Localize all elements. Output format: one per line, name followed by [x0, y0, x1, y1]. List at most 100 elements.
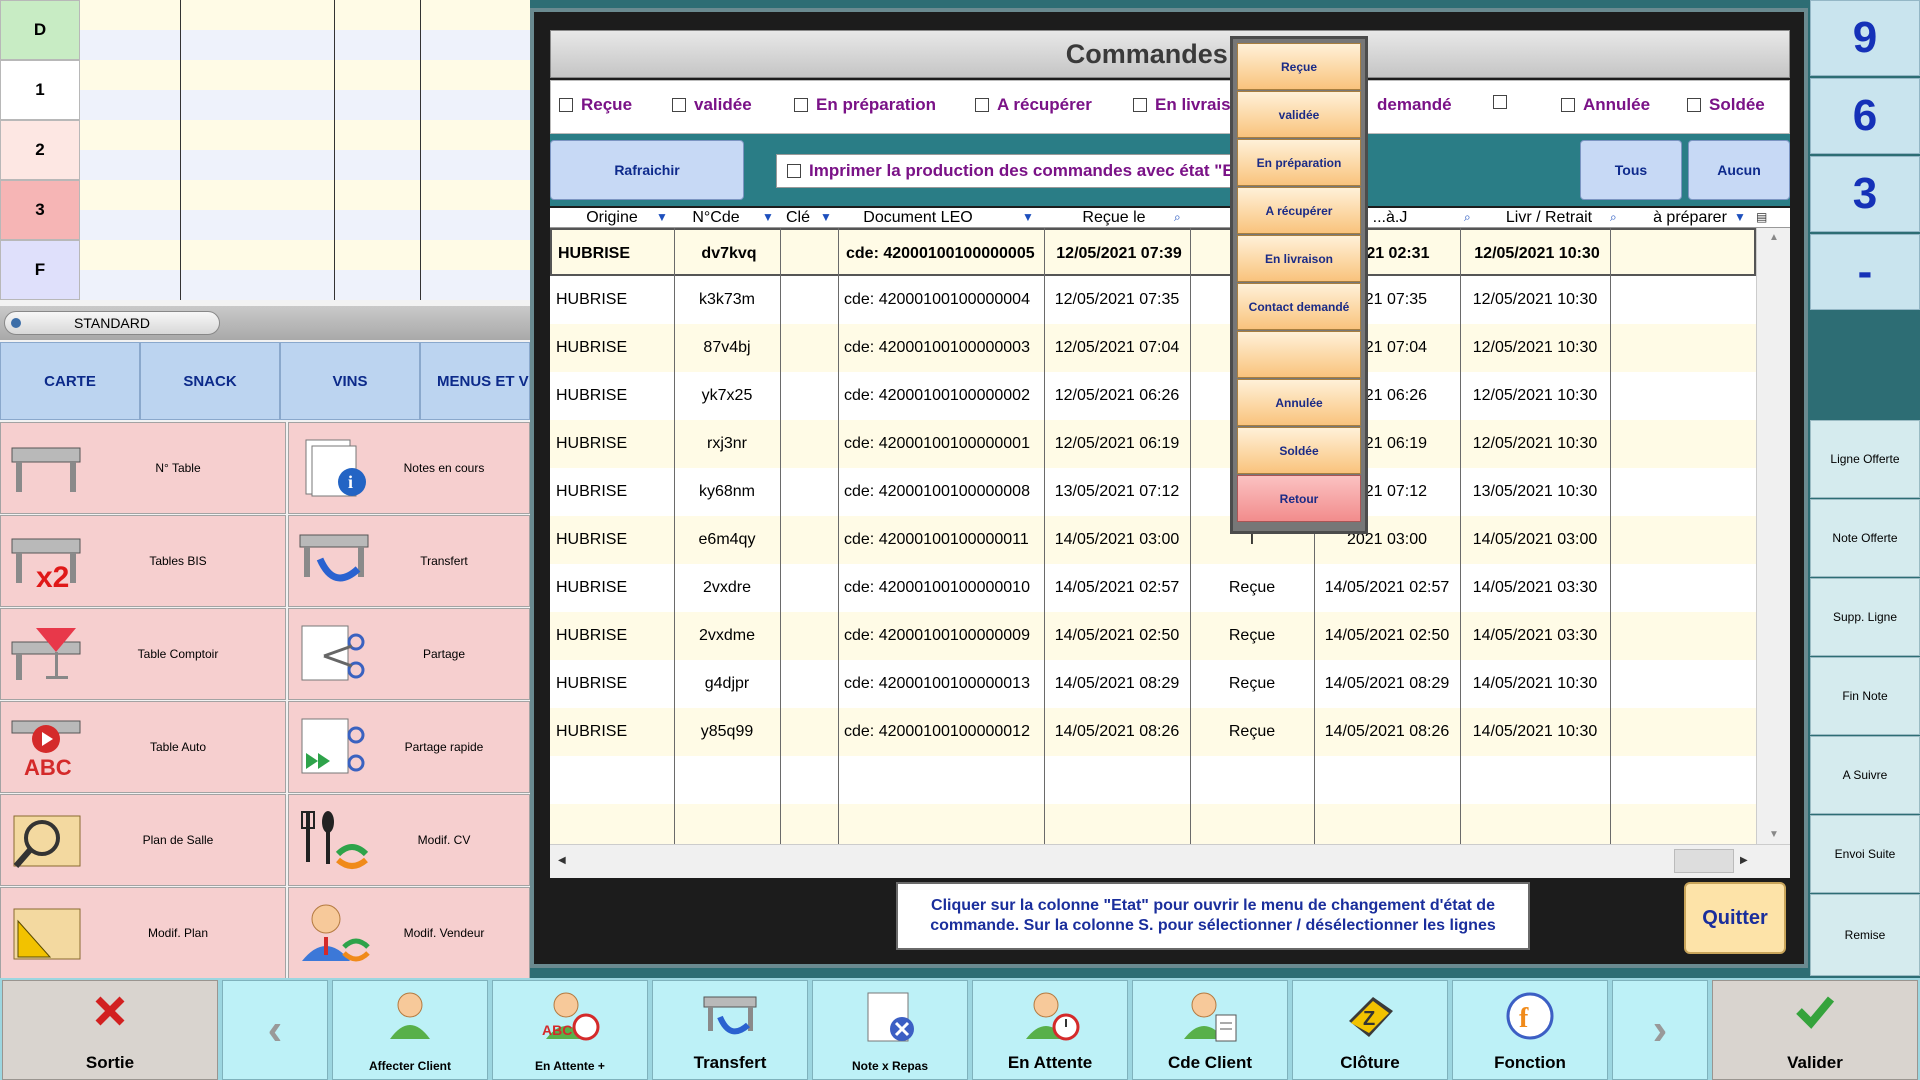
modif-cv-button[interactable]: Modif. CV [288, 794, 530, 886]
funnel-icon[interactable]: ▼ [820, 210, 832, 224]
menu-item-a-recuperer[interactable]: A récupérer [1237, 187, 1361, 234]
orders-table[interactable]: Origine ▼ N°Cde ▼ Clé ▼ Document LEO ▼ R… [550, 208, 1790, 878]
scroll-up-icon[interactable]: ▲ [1769, 232, 1779, 243]
table-comptoir-button[interactable]: Table Comptoir [0, 608, 286, 700]
row-label-3[interactable]: 3 [0, 180, 80, 240]
note-offerte-button[interactable]: Note Offerte [1810, 499, 1920, 577]
col-ncde[interactable]: N°Cde [674, 208, 758, 228]
table-row[interactable]: HUBRISE 87v4bj cde: 42000100100000003 12/05… [550, 324, 1756, 372]
digit-6-button[interactable]: 6 [1810, 78, 1920, 154]
filter-checkbox[interactable] [1133, 98, 1147, 112]
sortie-button[interactable]: Sortie [2, 980, 218, 1080]
cde-client-button[interactable]: Cde Client [1132, 980, 1288, 1080]
horizontal-scrollbar[interactable]: ◀ ▶ [550, 844, 1790, 878]
filter-recue[interactable]: Reçue [559, 95, 632, 115]
menu-item-soldee[interactable]: Soldée [1237, 427, 1361, 474]
next-page-button[interactable]: › [1612, 980, 1708, 1080]
category-tab-vins[interactable]: VINS [280, 342, 420, 420]
magnifier-icon[interactable]: ⌕ [1610, 210, 1617, 225]
fin-note-button[interactable]: Fin Note [1810, 657, 1920, 735]
filter-annulee[interactable]: Annulée [1561, 95, 1650, 115]
affecter-client-button[interactable]: Affecter Client [332, 980, 488, 1080]
filter-checkbox[interactable] [975, 98, 989, 112]
table-row[interactable]: HUBRISE g4djpr cde: 42000100100000013 14/05… [550, 660, 1756, 708]
bottom-transfert-button[interactable]: Transfert [652, 980, 808, 1080]
menu-item-en-preparation[interactable]: En préparation [1237, 139, 1361, 186]
table-row[interactable]: HUBRISE e6m4qy cde: 42000100100000011 14/05… [550, 516, 1756, 564]
col-cle[interactable]: Clé [780, 208, 816, 228]
standard-selector[interactable]: STANDARD [4, 311, 220, 335]
menu-item-en-livraison[interactable]: En livraison [1237, 235, 1361, 282]
filter-validee[interactable]: validée [672, 95, 752, 115]
menu-item-contact-demande[interactable]: Contact demandé [1237, 283, 1361, 330]
filter-checkbox[interactable] [794, 98, 808, 112]
tables-bis-button[interactable]: x2 Tables BIS [0, 515, 286, 607]
plan-salle-button[interactable]: Plan de Salle [0, 794, 286, 886]
partage-rapide-button[interactable]: Partage rapide [288, 701, 530, 793]
funnel-icon[interactable]: ▼ [762, 210, 774, 224]
filter-en-preparation[interactable]: En préparation [794, 95, 936, 115]
cell-etat[interactable]: Reçue [1190, 660, 1314, 708]
supp-ligne-button[interactable]: Supp. Ligne [1810, 578, 1920, 656]
table-row[interactable]: HUBRISE 2vxdre cde: 42000100100000010 14/05… [550, 564, 1756, 612]
filter-checkbox[interactable] [672, 98, 686, 112]
col-recue-le[interactable]: Reçue le [1044, 208, 1184, 228]
transfert-button[interactable]: Transfert [288, 515, 530, 607]
row-label-1[interactable]: 1 [0, 60, 80, 120]
scroll-right-icon[interactable]: ▶ [1740, 855, 1748, 866]
select-none-button[interactable]: Aucun [1688, 140, 1790, 200]
magnifier-icon[interactable]: ⌕ [1464, 210, 1471, 225]
col-document[interactable]: Document LEO [838, 208, 998, 228]
cell-etat[interactable]: Reçue [1190, 564, 1314, 612]
menu-item-empty[interactable] [1237, 331, 1361, 378]
order-grid[interactable] [80, 0, 530, 300]
cell-etat[interactable]: Reçue [1190, 612, 1314, 660]
table-row[interactable]: HUBRISE yk7x25 cde: 42000100100000002 12/05… [550, 372, 1756, 420]
funnel-icon[interactable]: ▼ [656, 210, 668, 224]
print-production-option[interactable]: Imprimer la production des commandes ave… [776, 154, 1248, 188]
col-a-preparer[interactable]: à préparer [1630, 208, 1750, 228]
remise-button[interactable]: Remise [1810, 894, 1920, 976]
quit-button[interactable]: Quitter [1684, 882, 1786, 954]
category-tab-snack[interactable]: SNACK [140, 342, 280, 420]
table-row[interactable]: HUBRISE rxj3nr cde: 42000100100000001 12/05… [550, 420, 1756, 468]
envoi-suite-button[interactable]: Envoi Suite [1810, 815, 1920, 893]
col-livr-retrait[interactable]: Livr / Retrait [1474, 208, 1624, 228]
ligne-offerte-button[interactable]: Ligne Offerte [1810, 420, 1920, 498]
category-tab-carte[interactable]: CARTE [0, 342, 140, 420]
filter-checkbox[interactable] [559, 98, 573, 112]
digit-9-button[interactable]: 9 [1810, 0, 1920, 76]
partage-button[interactable]: Partage [288, 608, 530, 700]
table-row[interactable]: HUBRISE k3k73m cde: 42000100100000004 12/05… [550, 276, 1756, 324]
menu-item-retour[interactable]: Retour [1237, 475, 1361, 522]
row-label-d[interactable]: D [0, 0, 80, 60]
valider-button[interactable]: Valider [1712, 980, 1918, 1080]
filter-checkbox[interactable] [1687, 98, 1701, 112]
menu-item-recue[interactable]: Reçue [1237, 43, 1361, 90]
cloture-button[interactable]: Z Clôture [1292, 980, 1448, 1080]
cell-etat[interactable]: Reçue [1190, 708, 1314, 756]
vertical-scrollbar[interactable]: ▲ ▼ [1756, 228, 1790, 844]
funnel-icon[interactable]: ▼ [1022, 210, 1034, 224]
menu-item-validee[interactable]: validée [1237, 91, 1361, 138]
filter-a-recuperer[interactable]: A récupérer [975, 95, 1092, 115]
filter-empty[interactable] [1493, 95, 1515, 109]
filter-checkbox[interactable] [1561, 98, 1575, 112]
a-suivre-button[interactable]: A Suivre [1810, 736, 1920, 814]
row-label-f[interactable]: F [0, 240, 80, 300]
scroll-thumb[interactable] [1674, 849, 1734, 873]
fonction-button[interactable]: f Fonction [1452, 980, 1608, 1080]
magnifier-icon[interactable]: ⌕ [1174, 210, 1181, 225]
table-number-button[interactable]: N° Table [0, 422, 286, 514]
select-all-button[interactable]: Tous [1580, 140, 1682, 200]
modif-vendeur-button[interactable]: Modif. Vendeur [288, 887, 530, 979]
scroll-left-icon[interactable]: ◀ [558, 855, 566, 866]
table-row[interactable]: HUBRISE y85q99 cde: 42000100100000012 14/05… [550, 708, 1756, 756]
notes-en-cours-button[interactable]: i Notes en cours [288, 422, 530, 514]
filter-en-livraison[interactable]: En livraiso [1133, 95, 1241, 115]
note-x-repas-button[interactable]: Note x Repas [812, 980, 968, 1080]
prev-page-button[interactable]: ‹ [222, 980, 328, 1080]
refresh-button[interactable]: Rafraichir [550, 140, 744, 200]
filter-contact-demande[interactable]: demandé [1377, 95, 1452, 115]
minus-button[interactable]: - [1810, 234, 1920, 310]
